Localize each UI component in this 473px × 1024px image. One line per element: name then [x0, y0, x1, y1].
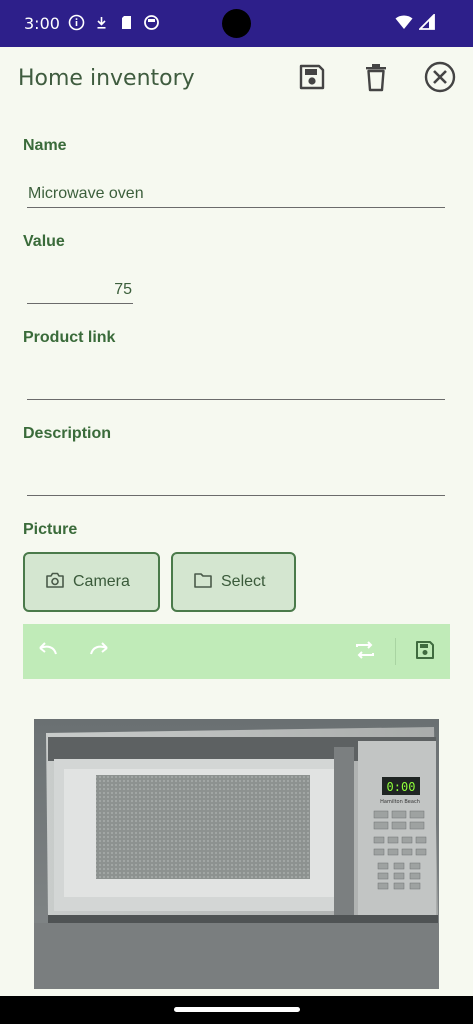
description-field[interactable] [27, 468, 445, 496]
camera-button[interactable]: Camera [23, 552, 160, 612]
value-label: Value [23, 233, 65, 250]
image-editor-toolbar [23, 624, 450, 679]
save-icon [297, 62, 327, 96]
product-link-label: Product link [23, 329, 116, 346]
camera-cutout [222, 9, 251, 38]
product-link-field[interactable] [27, 372, 445, 400]
page-title: Home inventory [18, 66, 195, 91]
undo-icon [36, 640, 60, 664]
undo-button[interactable] [35, 639, 61, 665]
close-button[interactable] [423, 61, 457, 97]
rotate-icon [353, 639, 377, 665]
status-bar: 3:00 [0, 0, 473, 47]
signal-icon [417, 12, 435, 34]
wifi-icon [395, 14, 413, 34]
folder-icon [193, 571, 213, 594]
microwave-brand: Hamilton Beach [380, 799, 420, 805]
rotate-button[interactable] [352, 639, 378, 665]
item-photo: 0:00 Hamilton Beach [34, 719, 439, 989]
home-gesture-handle[interactable] [174, 1007, 300, 1012]
editor-save-button[interactable] [412, 639, 438, 665]
navigation-bar [0, 996, 473, 1024]
picture-label: Picture [23, 521, 78, 538]
name-field[interactable] [27, 180, 445, 208]
save-button[interactable] [295, 62, 329, 96]
info-icon [68, 14, 85, 31]
circle-icon [143, 14, 160, 31]
redo-icon [87, 640, 111, 664]
status-icons-right [395, 12, 435, 34]
status-time: 3:00 [24, 14, 60, 33]
description-label: Description [23, 425, 112, 442]
camera-icon [45, 571, 65, 594]
status-icons-left [68, 14, 160, 31]
download-icon [93, 14, 110, 31]
toolbar-divider [395, 638, 396, 665]
camera-button-label: Camera [73, 573, 130, 590]
sd-card-icon [118, 14, 135, 31]
close-icon [424, 61, 456, 97]
select-button[interactable]: Select [171, 552, 296, 612]
value-field[interactable] [27, 276, 133, 304]
microwave-display: 0:00 [387, 780, 416, 794]
select-button-label: Select [221, 573, 266, 590]
name-label: Name [23, 137, 67, 154]
redo-button[interactable] [86, 639, 112, 665]
delete-icon [361, 62, 391, 96]
save-icon [414, 639, 436, 665]
delete-button[interactable] [359, 62, 393, 96]
